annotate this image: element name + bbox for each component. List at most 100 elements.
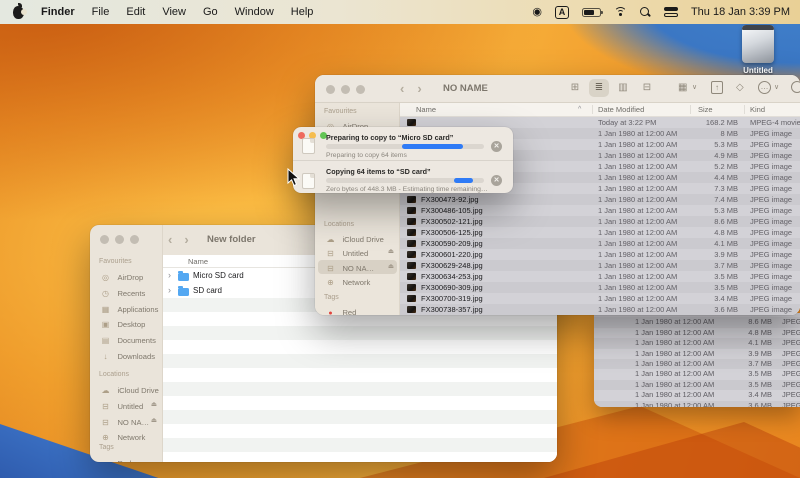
file-thumbnail-icon [407, 262, 416, 269]
column-header-date[interactable]: Date Modified [598, 103, 644, 117]
file-row[interactable]: FX300634-253.jpg 1 Jan 1980 at 12:00 AM … [400, 271, 800, 282]
file-row[interactable]: FX300506-125.jpg 1 Jan 1980 at 12:00 AM … [400, 227, 800, 238]
eject-icon[interactable]: ⏏ [388, 245, 394, 259]
file-row[interactable]: FX300601-220.jpg 1 Jan 1980 at 12:00 AM … [400, 249, 800, 260]
sidebar-item[interactable]: ▤ Documents [93, 331, 160, 347]
view-button[interactable]: ⊞ [565, 79, 585, 97]
sidebar-item[interactable]: ⊟ Untitled ⏏ [93, 397, 160, 413]
sidebar-item[interactable]: ⊟ NO NA… ⏏ [93, 413, 160, 429]
menu-item-window[interactable]: Window [235, 6, 274, 18]
file-row[interactable]: FX300486-105.jpg 1 Jan 1980 at 12:00 AM … [400, 205, 800, 216]
tag-icon[interactable]: ◇ [736, 79, 744, 97]
menu-item-go[interactable]: Go [203, 6, 218, 18]
cancel-button[interactable]: ✕ [491, 175, 502, 186]
sidebar: Favourites ◎ AirDrop ◷ Recents [90, 225, 163, 462]
file-row[interactable]: FX300629-248.jpg 1 Jan 1980 at 12:00 AM … [400, 260, 800, 271]
file-row[interactable]: FX300590-209.jpg 1 Jan 1980 at 12:00 AM … [400, 238, 800, 249]
battery-icon[interactable] [582, 8, 601, 17]
sidebar-item[interactable]: ⊕ Network [318, 274, 397, 288]
disclosure-triangle-icon[interactable]: › [168, 283, 171, 298]
file-row[interactable]: 1 Jan 1980 at 12:00 AM 4.1 MB JPEG image [594, 338, 800, 348]
file-size: 3.4 MB [714, 390, 772, 400]
minimize-button[interactable] [341, 85, 350, 94]
file-row[interactable]: 1 Jan 1980 at 12:00 AM 3.5 MB JPEG image [594, 380, 800, 390]
file-row[interactable]: 1 Jan 1980 at 12:00 AM 3.4 MB JPEG image [594, 390, 800, 400]
file-row[interactable]: FX300690-309.jpg 1 Jan 1980 at 12:00 AM … [400, 282, 800, 293]
file-size: 7.3 MB [650, 183, 738, 194]
sidebar-item[interactable]: ↓ Downloads [93, 347, 160, 363]
cancel-button[interactable]: ✕ [491, 141, 502, 152]
view-button[interactable]: ⊟ [637, 79, 657, 97]
file-row[interactable]: FX300473-92.jpg 1 Jan 1980 at 12:00 AM 7… [400, 194, 800, 205]
view-button[interactable]: ≣ [589, 79, 609, 97]
spotlight-search-icon[interactable] [640, 7, 651, 18]
input-source-icon[interactable]: A [555, 6, 569, 19]
no-name-window: ‹ › NO NAME ⊞ ≣ ▥ ⊟ ▦ ∨ ↑ ◇ … ∨ [315, 75, 800, 315]
back-button[interactable]: ‹ [400, 81, 404, 96]
sidebar-item[interactable]: ⊟ NO NA… ⏏ [318, 260, 397, 274]
close-button[interactable] [326, 85, 335, 94]
sidebar-item[interactable]: ● Red [93, 454, 160, 462]
view-button[interactable]: ▥ [613, 79, 633, 97]
column-header-name[interactable]: Name [188, 255, 208, 268]
column-header-kind[interactable]: Kind [750, 103, 765, 117]
menu-item-edit[interactable]: Edit [126, 6, 145, 18]
apple-logo-icon[interactable] [13, 6, 24, 19]
file-kind: JPEG image [750, 194, 792, 205]
column-divider[interactable] [592, 105, 593, 114]
file-row[interactable]: 1 Jan 1980 at 12:00 AM 8.6 MB JPEG image [594, 317, 800, 327]
file-date: Today at 3:22 PM [598, 117, 656, 128]
file-size: 3.7 MB [650, 260, 738, 271]
menu-item-file[interactable]: File [92, 6, 110, 18]
eject-icon[interactable]: ⏏ [151, 413, 157, 429]
sidebar-item[interactable]: ☁ iCloud Drive [93, 381, 160, 397]
column-header-name[interactable]: Name [416, 103, 436, 117]
zoom-button[interactable] [356, 85, 365, 94]
file-name: FX300486-105.jpg [421, 205, 483, 216]
menu-bar-clock[interactable]: Thu 18 Jan 3:39 PM [691, 6, 790, 18]
sidebar-item[interactable]: ☁ iCloud Drive [318, 231, 397, 245]
file-row[interactable]: 1 Jan 1980 at 12:00 AM 3.6 MB JPEG image [594, 401, 800, 407]
progress-bar [326, 144, 484, 149]
file-row[interactable]: 1 Jan 1980 at 12:00 AM 3.7 MB JPEG image [594, 359, 800, 369]
sidebar-item[interactable]: ◎ AirDrop [93, 268, 160, 284]
file-name: FX300506-125.jpg [421, 227, 483, 238]
sidebar-item[interactable]: ▦ Applications [93, 300, 160, 316]
file-row[interactable]: FX300700-319.jpg 1 Jan 1980 at 12:00 AM … [400, 293, 800, 304]
back-button[interactable]: ‹ [168, 232, 172, 247]
search-icon[interactable] [791, 81, 800, 93]
wifi-icon[interactable] [614, 7, 627, 17]
file-row[interactable]: 1 Jan 1980 at 12:00 AM 3.5 MB JPEG image [594, 369, 800, 379]
column-divider[interactable] [744, 105, 745, 114]
file-size: 3.6 MB [714, 401, 772, 407]
toolbar: ‹ › NO NAME ⊞ ≣ ▥ ⊟ ▦ ∨ ↑ ◇ … ∨ [315, 75, 800, 103]
forward-button[interactable]: › [184, 232, 188, 247]
file-thumbnail-icon [407, 251, 416, 258]
menu-item-finder[interactable]: Finder [41, 6, 75, 18]
file-date: 1 Jan 1980 at 12:00 AM [635, 401, 714, 407]
file-row[interactable]: FX300738-357.jpg 1 Jan 1980 at 12:00 AM … [400, 304, 800, 315]
more-options-icon[interactable]: … [758, 81, 771, 94]
screen-recording-icon[interactable]: ◉ [532, 0, 542, 24]
file-row[interactable]: FX300502-121.jpg 1 Jan 1980 at 12:00 AM … [400, 216, 800, 227]
forward-button[interactable]: › [417, 81, 421, 96]
sidebar-item[interactable]: ▣ Desktop [93, 315, 160, 331]
control-center-icon[interactable] [664, 7, 678, 17]
file-row[interactable]: 1 Jan 1980 at 12:00 AM 3.9 MB JPEG image [594, 349, 800, 359]
eject-icon[interactable]: ⏏ [388, 260, 394, 274]
file-kind: JPEG image [782, 359, 800, 369]
eject-icon[interactable]: ⏏ [151, 397, 157, 413]
column-header-size[interactable]: Size [698, 103, 713, 117]
sidebar-item[interactable]: ⊟ Untitled ⏏ [318, 245, 397, 259]
sidebar-item[interactable]: ◷ Recents [93, 284, 160, 300]
group-by-icon[interactable]: ▦ [678, 79, 687, 97]
disclosure-triangle-icon[interactable]: › [168, 268, 171, 283]
desktop-disk-icon[interactable]: Untitled [728, 25, 788, 75]
file-row[interactable]: 1 Jan 1980 at 12:00 AM 4.8 MB JPEG image [594, 328, 800, 338]
column-divider[interactable] [690, 105, 691, 114]
menu-item-view[interactable]: View [162, 6, 186, 18]
menu-item-help[interactable]: Help [291, 6, 314, 18]
sidebar-item[interactable]: ● Red [318, 304, 397, 315]
share-icon[interactable]: ↑ [711, 81, 723, 94]
file-thumbnail-icon [407, 196, 416, 203]
